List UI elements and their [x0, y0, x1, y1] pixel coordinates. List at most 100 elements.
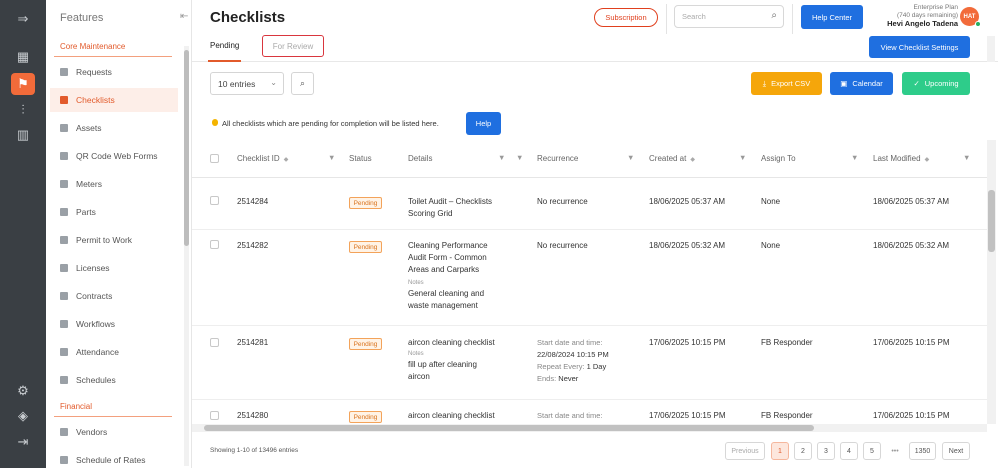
checklist-id[interactable]: 2514280 [237, 410, 268, 422]
avatar[interactable]: HAT [960, 7, 981, 27]
column-last-modified[interactable]: Last Modified ◆ [873, 154, 929, 163]
help-center-button[interactable]: Help Center [801, 5, 863, 29]
reports-icon[interactable]: ▥ [11, 124, 35, 146]
collapse-sidebar-icon[interactable]: ⇤ [180, 11, 188, 22]
details-text[interactable]: aircon cleaning checklist [408, 410, 495, 422]
sidebar-item-qr-code-web-forms[interactable]: QR Code Web Forms [50, 144, 178, 168]
table-search-button[interactable]: ⌕ [291, 72, 314, 95]
table-row[interactable]: 2514284 Pending Toilet Audit – Checklist… [192, 186, 987, 230]
sidebar-item-attendance[interactable]: Attendance [50, 340, 178, 364]
subscription-button[interactable]: Subscription [594, 8, 658, 27]
column-status: Status [349, 154, 372, 163]
filter-icon[interactable]: ▼ [516, 153, 523, 162]
page-scrollbar[interactable] [987, 36, 995, 62]
sidebar-item-label: Schedule of Rates [76, 455, 146, 465]
assets-icon [60, 124, 68, 132]
user-name: Hevi Angelo Tadena [887, 19, 958, 28]
logout-icon[interactable]: ⇥ [11, 431, 35, 453]
sidebar-item-label: Parts [76, 207, 96, 217]
recurrence-repeat: 1 Day [586, 362, 607, 371]
sidebar-item-schedule-of-rates[interactable]: Schedule of Rates [50, 448, 178, 468]
checklist-id[interactable]: 2514284 [237, 196, 268, 208]
sidebar-item-assets[interactable]: Assets [50, 116, 178, 140]
notes-text: fill up after cleaning aircon [408, 360, 477, 381]
created-at: 18/06/2025 05:37 AM [649, 197, 726, 206]
row-checkbox[interactable] [210, 196, 219, 205]
row-checkbox[interactable] [210, 338, 219, 347]
tab-for-review[interactable]: For Review [262, 35, 324, 57]
scrollbar-thumb[interactable] [204, 425, 814, 431]
page-button[interactable]: 1 [771, 442, 789, 460]
recurrence-ends-label: Ends: [537, 374, 557, 383]
filter-icon[interactable]: ▼ [328, 153, 335, 162]
tab-pending[interactable]: Pending [207, 41, 242, 62]
assign-to: FB Responder [761, 411, 813, 420]
sidebar-item-contracts[interactable]: Contracts [50, 284, 178, 308]
recurrence-start-label: Start date and time: [537, 411, 603, 420]
sidebar-item-permit-to-work[interactable]: Permit to Work [50, 228, 178, 252]
previous-page-button[interactable]: Previous [725, 442, 765, 460]
upcoming-label: Upcoming [924, 79, 959, 88]
package-icon[interactable]: ◈ [11, 405, 35, 427]
entries-value: 10 entries [218, 79, 256, 89]
calendar-icon: ▣ [840, 79, 848, 88]
select-all-checkbox[interactable] [210, 154, 219, 163]
sidebar-item-licenses[interactable]: Licenses [50, 256, 178, 280]
info-bar: All checklists which are pending for com… [192, 108, 998, 140]
view-checklist-settings-button[interactable]: View Checklist Settings [869, 36, 970, 58]
page-button[interactable]: 5 [863, 442, 881, 460]
table-vertical-scrollbar[interactable] [987, 140, 996, 424]
column-checklist-id[interactable]: Checklist ID ◆ [237, 154, 288, 163]
page-button[interactable]: 3 [817, 442, 835, 460]
sidebar-item-schedules[interactable]: Schedules [50, 368, 178, 392]
dashboard-icon[interactable]: ▦ [11, 46, 35, 68]
column-created-at[interactable]: Created at ◆ [649, 154, 695, 163]
page-button[interactable]: 2 [794, 442, 812, 460]
filter-icon[interactable]: ▼ [963, 153, 970, 162]
settings-icon[interactable]: ⚙ [11, 380, 35, 402]
export-csv-button[interactable]: ⤓ Export CSV [751, 72, 822, 95]
sidebar-scrollbar-thumb[interactable] [184, 50, 189, 246]
sidebar-item-vendors[interactable]: Vendors [50, 420, 178, 444]
page-button[interactable]: 1350 [909, 442, 936, 460]
details-text[interactable]: aircon cleaning checklist [408, 337, 508, 349]
vendors-icon [60, 428, 68, 436]
scrollbar-thumb[interactable] [988, 190, 995, 252]
entries-select[interactable]: 10 entries ⌄ [210, 72, 284, 95]
next-page-button[interactable]: Next [942, 442, 970, 460]
sidebar-item-parts[interactable]: Parts [50, 200, 178, 224]
upcoming-button[interactable]: ✓ Upcoming [902, 72, 970, 95]
sidebar-item-workflows[interactable]: Workflows [50, 312, 178, 336]
row-checkbox[interactable] [210, 240, 219, 249]
calendar-button[interactable]: ▣ Calendar [830, 72, 893, 95]
search-icon[interactable]: ⌕ [771, 10, 777, 21]
filter-icon[interactable]: ▼ [739, 153, 746, 162]
section-core-maintenance: Core Maintenance [60, 42, 126, 51]
sort-icon[interactable]: ◆ [925, 157, 930, 163]
sort-icon[interactable]: ◆ [690, 157, 695, 163]
search-input[interactable]: Search ⌕ [674, 5, 784, 28]
filter-icon[interactable]: ▼ [627, 153, 634, 162]
collapse-menu-icon[interactable]: ⇒ [11, 8, 35, 30]
table-row[interactable]: 2514280 Pending aircon cleaning checklis… [192, 400, 987, 424]
table-horizontal-scrollbar[interactable] [192, 424, 987, 432]
sort-icon[interactable]: ◆ [284, 157, 289, 163]
page-button[interactable]: 4 [840, 442, 858, 460]
sidebar-item-checklists[interactable]: Checklists [50, 88, 178, 112]
details-text[interactable]: Cleaning Performance Audit Form - Common… [408, 240, 500, 276]
filter-icon[interactable]: ▼ [851, 153, 858, 162]
filter-icon[interactable]: ▼ [498, 153, 505, 162]
table-row[interactable]: 2514281 Pending aircon cleaning checklis… [192, 326, 987, 400]
table-row[interactable]: 2514282 Pending Cleaning Performance Aud… [192, 230, 987, 326]
checklist-id[interactable]: 2514281 [237, 337, 268, 349]
sidebar-item-meters[interactable]: Meters [50, 172, 178, 196]
checklist-id[interactable]: 2514282 [237, 240, 268, 252]
sidebar-item-requests[interactable]: Requests [50, 60, 178, 84]
info-message: All checklists which are pending for com… [222, 119, 439, 128]
row-checkbox[interactable] [210, 411, 219, 420]
details-text[interactable]: Toilet Audit – Checklists Scoring Grid [408, 196, 518, 220]
sidebar-item-label: Permit to Work [76, 235, 133, 245]
analytics-icon[interactable]: ⫶ [11, 99, 35, 121]
maintenance-icon[interactable]: ⚑ [11, 73, 35, 95]
help-button[interactable]: Help [466, 112, 501, 135]
